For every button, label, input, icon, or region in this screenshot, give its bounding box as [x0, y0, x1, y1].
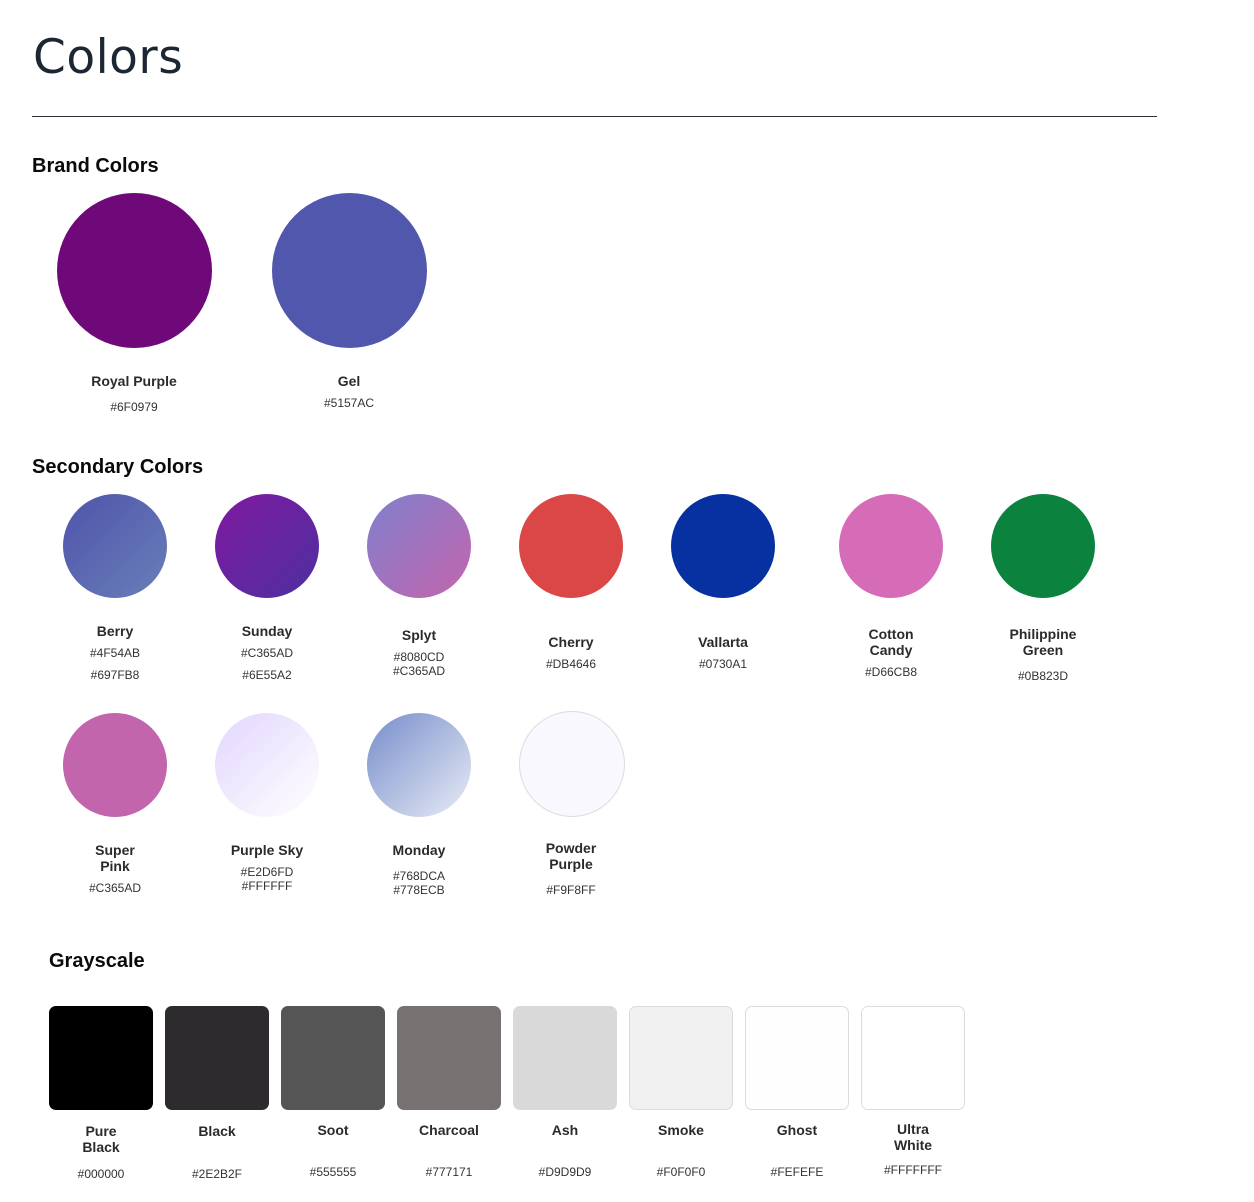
color-name: Ultra White — [893, 1121, 933, 1153]
color-swatch-royal-purple: Royal Purple #6F0979 — [44, 193, 224, 423]
color-name: Powder Purple — [545, 840, 597, 872]
color-swatch-black: Black #2E2B2F — [165, 1006, 269, 1196]
color-swatch-soot: Soot #555555 — [281, 1006, 385, 1196]
page-title: Colors — [33, 30, 184, 85]
color-swatch-cotton-candy: Cotton Candy #D66CB8 — [826, 494, 956, 694]
color-name: Philippine Green — [1009, 626, 1077, 658]
color-square — [745, 1006, 849, 1110]
color-hex-secondary: #697FB8 — [90, 668, 140, 682]
color-circle — [57, 193, 212, 348]
color-name: Purple Sky — [230, 842, 304, 858]
color-hex: #6F0979 — [110, 400, 158, 414]
color-square — [49, 1006, 153, 1110]
title-divider — [32, 116, 1157, 117]
color-hex: #FFFFFFF — [884, 1163, 942, 1177]
color-hex: #000000 — [77, 1167, 125, 1181]
color-hex: #8080CD #C365AD — [392, 650, 446, 678]
color-name: Cherry — [548, 634, 594, 650]
color-circle — [519, 494, 623, 598]
color-hex: #D66CB8 — [864, 665, 918, 679]
color-hex: #555555 — [309, 1165, 357, 1179]
color-hex: #5157AC — [323, 396, 375, 410]
color-name: Super Pink — [95, 842, 135, 874]
color-hex: #D9D9D9 — [538, 1165, 592, 1179]
color-name: Monday — [392, 842, 446, 858]
color-square — [629, 1006, 733, 1110]
color-hex: #F9F8FF — [546, 883, 596, 897]
color-swatch-powder-purple: Powder Purple #F9F8FF — [506, 711, 636, 901]
color-name: Gel — [337, 373, 361, 389]
color-swatch-vallarta: Vallarta #0730A1 — [658, 494, 788, 694]
color-circle — [671, 494, 775, 598]
color-swatch-super-pink: Super Pink #C365AD — [50, 713, 180, 903]
color-hex: #0B823D — [1017, 669, 1069, 683]
color-swatch-ultra-white: Ultra White #FFFFFFF — [861, 1006, 965, 1196]
color-hex: #0730A1 — [698, 657, 748, 671]
color-swatch-splyt: Splyt #8080CD #C365AD — [354, 494, 484, 694]
color-name: Vallarta — [698, 634, 748, 650]
color-circle — [367, 494, 471, 598]
color-square — [513, 1006, 617, 1110]
color-circle — [839, 494, 943, 598]
color-name: Black — [198, 1123, 236, 1139]
color-swatch-pure-black: Pure Black #000000 — [49, 1006, 153, 1196]
color-square — [861, 1006, 965, 1110]
color-name: Pure Black — [82, 1123, 120, 1155]
color-hex: #777171 — [425, 1165, 473, 1179]
color-name: Smoke — [658, 1122, 704, 1138]
color-hex: #768DCA #778ECB — [392, 869, 446, 897]
color-name: Berry — [96, 623, 134, 639]
color-swatch-purple-sky: Purple Sky #E2D6FD #FFFFFF — [202, 713, 332, 903]
color-hex: #E2D6FD #FFFFFF — [240, 865, 294, 893]
color-circle — [991, 494, 1095, 598]
secondary-colors-heading: Secondary Colors — [32, 456, 204, 478]
color-hex: #4F54AB — [89, 646, 141, 660]
color-name: Ash — [551, 1122, 579, 1138]
color-hex: #2E2B2F — [191, 1167, 243, 1181]
color-name: Soot — [317, 1122, 349, 1138]
color-hex: #FEFEFE — [770, 1165, 824, 1179]
color-circle — [519, 711, 625, 817]
color-swatch-ash: Ash #D9D9D9 — [513, 1006, 617, 1196]
color-circle — [63, 713, 167, 817]
color-square — [281, 1006, 385, 1110]
color-swatch-monday: Monday #768DCA #778ECB — [354, 713, 484, 903]
color-hex-secondary: #6E55A2 — [242, 668, 292, 682]
color-circle — [215, 713, 319, 817]
color-swatch-philippine-green: Philippine Green #0B823D — [978, 494, 1108, 694]
color-name: Splyt — [401, 627, 437, 643]
color-hex: #DB4646 — [545, 657, 597, 671]
color-hex: #C365AD — [88, 881, 142, 895]
color-name: Charcoal — [419, 1122, 479, 1138]
color-swatch-smoke: Smoke #F0F0F0 — [629, 1006, 733, 1196]
color-swatch-cherry: Cherry #DB4646 — [506, 494, 636, 694]
color-swatch-berry: Berry #4F54AB #697FB8 — [50, 494, 180, 694]
color-name: Cotton Candy — [868, 626, 914, 658]
color-name: Sunday — [241, 623, 293, 639]
color-circle — [272, 193, 427, 348]
grayscale-heading: Grayscale — [49, 950, 145, 972]
color-name: Ghost — [776, 1122, 818, 1138]
color-square — [165, 1006, 269, 1110]
color-swatch-gel: Gel #5157AC — [259, 193, 439, 423]
color-hex: #F0F0F0 — [656, 1165, 706, 1179]
color-name: Royal Purple — [91, 373, 177, 389]
brand-colors-heading: Brand Colors — [32, 155, 159, 177]
color-swatch-charcoal: Charcoal #777171 — [397, 1006, 501, 1196]
color-circle — [215, 494, 319, 598]
color-circle — [63, 494, 167, 598]
color-swatch-sunday: Sunday #C365AD #6E55A2 — [202, 494, 332, 694]
color-hex: #C365AD — [240, 646, 294, 660]
color-square — [397, 1006, 501, 1110]
color-swatch-ghost: Ghost #FEFEFE — [745, 1006, 849, 1196]
color-circle — [367, 713, 471, 817]
